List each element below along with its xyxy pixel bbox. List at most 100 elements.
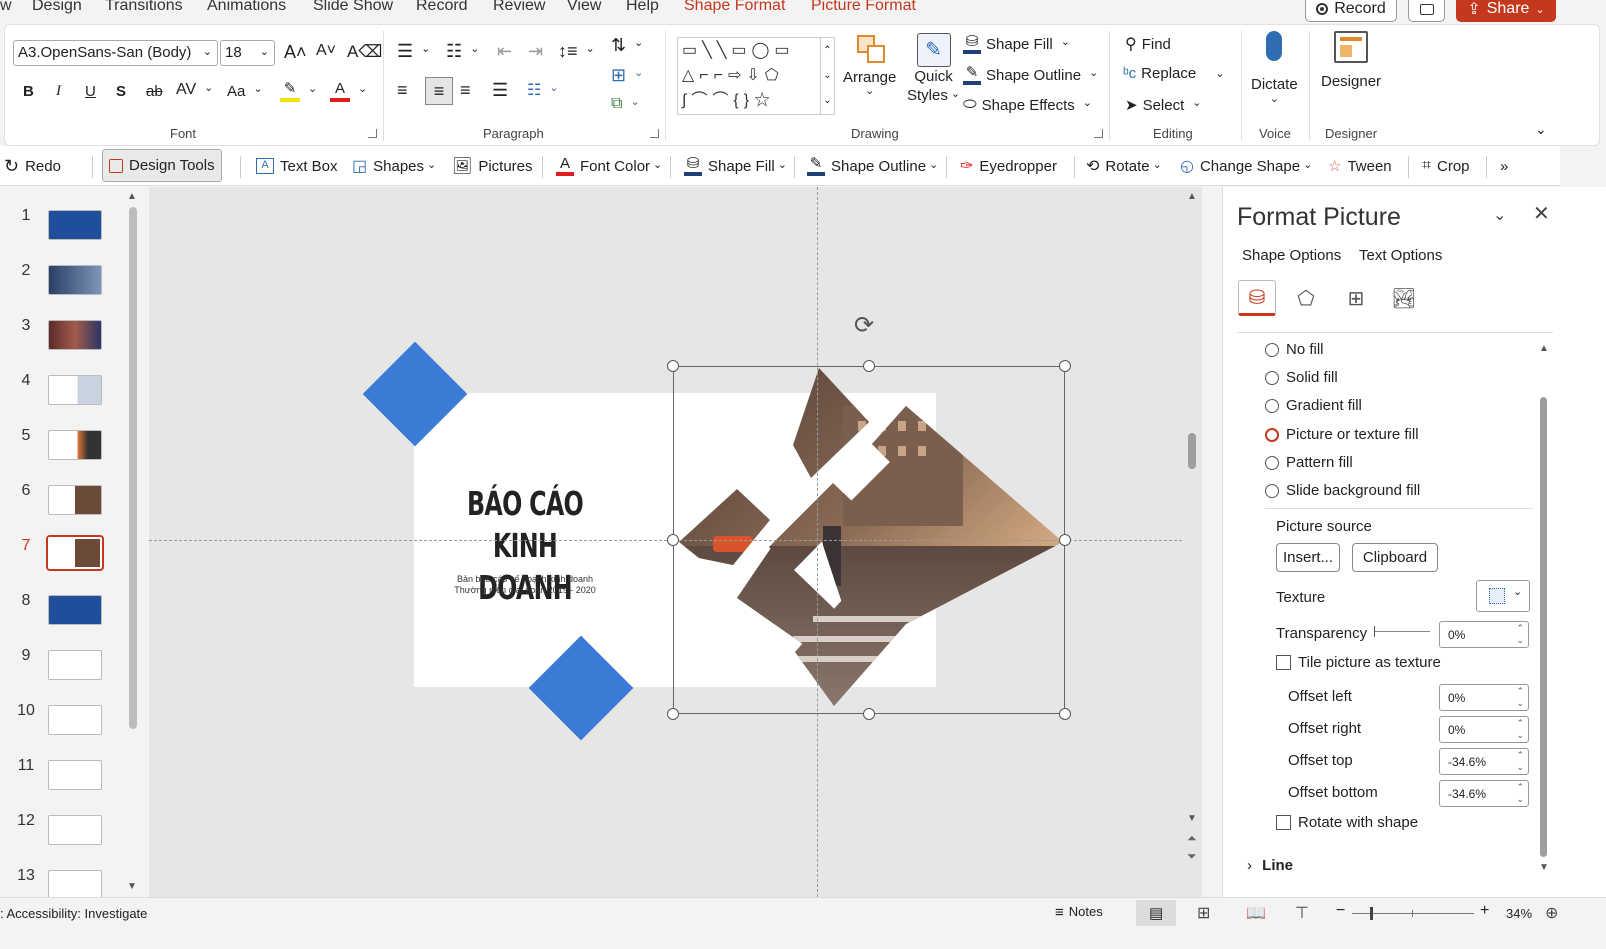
fill-line-category-icon[interactable]: ⛁ [1238, 280, 1276, 316]
tab-design[interactable]: Design [32, 0, 82, 15]
font-color-button[interactable]: A Font Color [556, 154, 662, 178]
line-spacing-icon[interactable]: ↕≡ [558, 41, 595, 62]
font-dialog-launcher-icon[interactable] [368, 129, 377, 138]
tab-text-options[interactable]: Text Options [1359, 247, 1442, 264]
fill-option-pattern-fill[interactable]: Pattern fill [1265, 454, 1353, 471]
decrease-font-size-icon[interactable]: A˅ [316, 42, 336, 60]
dictate-button[interactable]: Dictate ⌄ [1251, 31, 1298, 105]
slide-show-icon[interactable]: ⊤ [1295, 903, 1309, 923]
scroll-up-icon[interactable]: ▲ [1187, 191, 1197, 202]
resize-handle-top[interactable] [863, 360, 875, 372]
resize-handle-top-right[interactable] [1059, 360, 1071, 372]
change-shape-button[interactable]: ◵ Change Shape [1180, 154, 1312, 178]
tab-picture-format[interactable]: Picture Format [811, 0, 916, 15]
thumbnail-slide-10[interactable]: 10 [0, 702, 120, 752]
align-left-icon[interactable]: ≡ [397, 80, 408, 101]
tab-transitions[interactable]: Transitions [105, 0, 183, 15]
canvas-scroll-thumb[interactable] [1188, 433, 1196, 469]
previous-slide-icon[interactable]: ⏶ [1187, 831, 1197, 846]
drawing-dialog-launcher-icon[interactable] [1094, 129, 1103, 138]
quick-shape-outline-button[interactable]: ✎ Shape Outline [807, 154, 938, 178]
accessibility-status[interactable]: : Accessibility: Investigate [0, 906, 147, 921]
find-button[interactable]: ⚲ Find [1125, 34, 1171, 54]
reading-view-icon[interactable]: 📖 [1246, 903, 1266, 923]
texture-picker[interactable]: ⌄ [1476, 580, 1530, 612]
text-box-button[interactable]: A Text Box [256, 154, 338, 178]
designer-button[interactable]: Designer [1321, 31, 1381, 90]
offset-right-input[interactable]: 0% [1439, 716, 1529, 743]
more-tools-button[interactable]: » [1500, 154, 1508, 178]
pane-options-chevron-icon[interactable]: ⌄ [1493, 205, 1506, 225]
scroll-up-icon[interactable]: ▲ [127, 191, 137, 202]
radio-slide-background-fill[interactable] [1265, 483, 1279, 498]
radio-pattern-fill[interactable] [1265, 455, 1279, 470]
pane-scroll-thumb[interactable] [1540, 397, 1547, 857]
checkbox-box[interactable] [1276, 815, 1291, 830]
thumbnail-slide-5[interactable]: 5 [0, 427, 120, 477]
character-spacing-icon[interactable]: AV [176, 81, 213, 99]
thumbnail-slide-2[interactable]: 2 [0, 262, 120, 312]
tab-shape-options[interactable]: Shape Options [1242, 247, 1341, 264]
resize-handle-bottom[interactable] [863, 708, 875, 720]
strikethrough-icon[interactable]: ab [146, 83, 163, 100]
transparency-slider[interactable] [1374, 626, 1430, 637]
quick-shape-fill-button[interactable]: ⛁ Shape Fill [684, 154, 787, 178]
offset-bottom-input[interactable]: -34.6% [1439, 780, 1529, 807]
thumbnail-slide-8[interactable]: 8 [0, 592, 120, 642]
resize-handle-left[interactable] [667, 534, 679, 546]
thumbnail-slide-1[interactable]: 1 [0, 207, 120, 257]
close-icon[interactable]: ✕ [1533, 201, 1550, 226]
shape-gallery-icons-row3[interactable]: ∫⌒⌒{}☆ [682, 90, 775, 112]
select-button[interactable]: ➤ Select [1125, 96, 1202, 115]
font-size-select[interactable]: 18 ⌄ [220, 40, 275, 66]
thumbnail-slide-9[interactable]: 9 [0, 647, 120, 697]
shape-outline-button[interactable]: ✎ Shape Outline [963, 65, 1098, 85]
normal-view-button[interactable]: ▤ [1136, 900, 1176, 926]
font-color-icon[interactable]: A [330, 80, 367, 102]
bullets-icon[interactable]: ☰ [397, 41, 430, 62]
scroll-up-icon[interactable]: ▲ [1539, 343, 1549, 354]
fill-option-gradient-fill[interactable]: Gradient fill [1265, 397, 1362, 414]
shapes-button[interactable]: ◲ Shapes [352, 154, 436, 178]
resize-handle-bottom-right[interactable] [1059, 708, 1071, 720]
decrease-indent-icon[interactable]: ⇤ [497, 41, 512, 62]
numbering-icon[interactable]: ☷ [446, 41, 479, 62]
transparency-input[interactable]: 0% [1439, 621, 1529, 648]
shapes-gallery[interactable]: ▭╲╲▭◯▭ △⌐⌐⇨⇩⬠ ∫⌒⌒{}☆ ⌃ ⌄ ⌄ [677, 37, 835, 115]
tab-animations[interactable]: Animations [207, 0, 286, 15]
thumbnails-scrollbar[interactable] [129, 207, 137, 729]
resize-handle-right[interactable] [1059, 534, 1071, 546]
record-button[interactable]: Record [1305, 0, 1397, 22]
quick-styles-button[interactable]: ✎ Quick Styles [907, 33, 960, 107]
tab-slide-show[interactable]: Slide Show [313, 0, 393, 15]
text-direction-icon[interactable]: ⇅ [611, 35, 643, 56]
share-button[interactable]: ⇪ Share ⌄ [1456, 0, 1556, 22]
thumbnail-slide-3[interactable]: 3 [0, 317, 120, 367]
effects-category-icon[interactable]: ⬠ [1287, 280, 1325, 316]
align-right-icon[interactable]: ≡ [460, 80, 471, 101]
fill-option-picture-texture[interactable]: Picture or texture fill [1265, 426, 1419, 443]
underline-icon[interactable]: U [85, 83, 96, 100]
zoom-out-button[interactable]: − [1336, 902, 1345, 920]
tab-view[interactable]: View [567, 0, 601, 15]
pictures-button[interactable]: 🖼 Pictures [452, 154, 533, 178]
radio-picture-texture-fill[interactable] [1265, 427, 1279, 442]
clear-formatting-icon[interactable]: A⌫ [347, 42, 382, 62]
thumbnail-slide-7[interactable]: 7 [0, 535, 120, 587]
design-tools-button[interactable]: Design Tools [102, 149, 222, 182]
arrange-button[interactable]: Arrange ⌄ [843, 33, 896, 97]
tile-picture-checkbox[interactable]: Tile picture as texture [1276, 654, 1441, 671]
slide-subtitle[interactable]: Bản báo cáo kế hoạch kinh doanh Thường n… [439, 574, 611, 596]
canvas-scrollbar[interactable]: ▲ ▼ ⏶ ⏷ [1182, 187, 1202, 897]
highlight-color-icon[interactable]: ✎ [280, 80, 317, 102]
collapse-ribbon-icon[interactable]: ⌄ [1535, 121, 1547, 138]
shape-gallery-icons-row2[interactable]: △⌐⌐⇨⇩⬠ [682, 65, 784, 87]
zoom-slider[interactable] [1352, 907, 1474, 920]
scroll-down-icon[interactable]: ▼ [1187, 813, 1197, 824]
offset-top-input[interactable]: -34.6% [1439, 748, 1529, 775]
transparency-slider-thumb[interactable] [1374, 626, 1375, 637]
radio-gradient-fill[interactable] [1265, 398, 1279, 413]
gallery-scroll-icon[interactable]: ⌃ ⌄ ⌄ [820, 38, 834, 114]
replace-button[interactable]: ᵇc Replace ⌄ [1123, 65, 1224, 82]
scroll-down-icon[interactable]: ▼ [127, 881, 137, 892]
